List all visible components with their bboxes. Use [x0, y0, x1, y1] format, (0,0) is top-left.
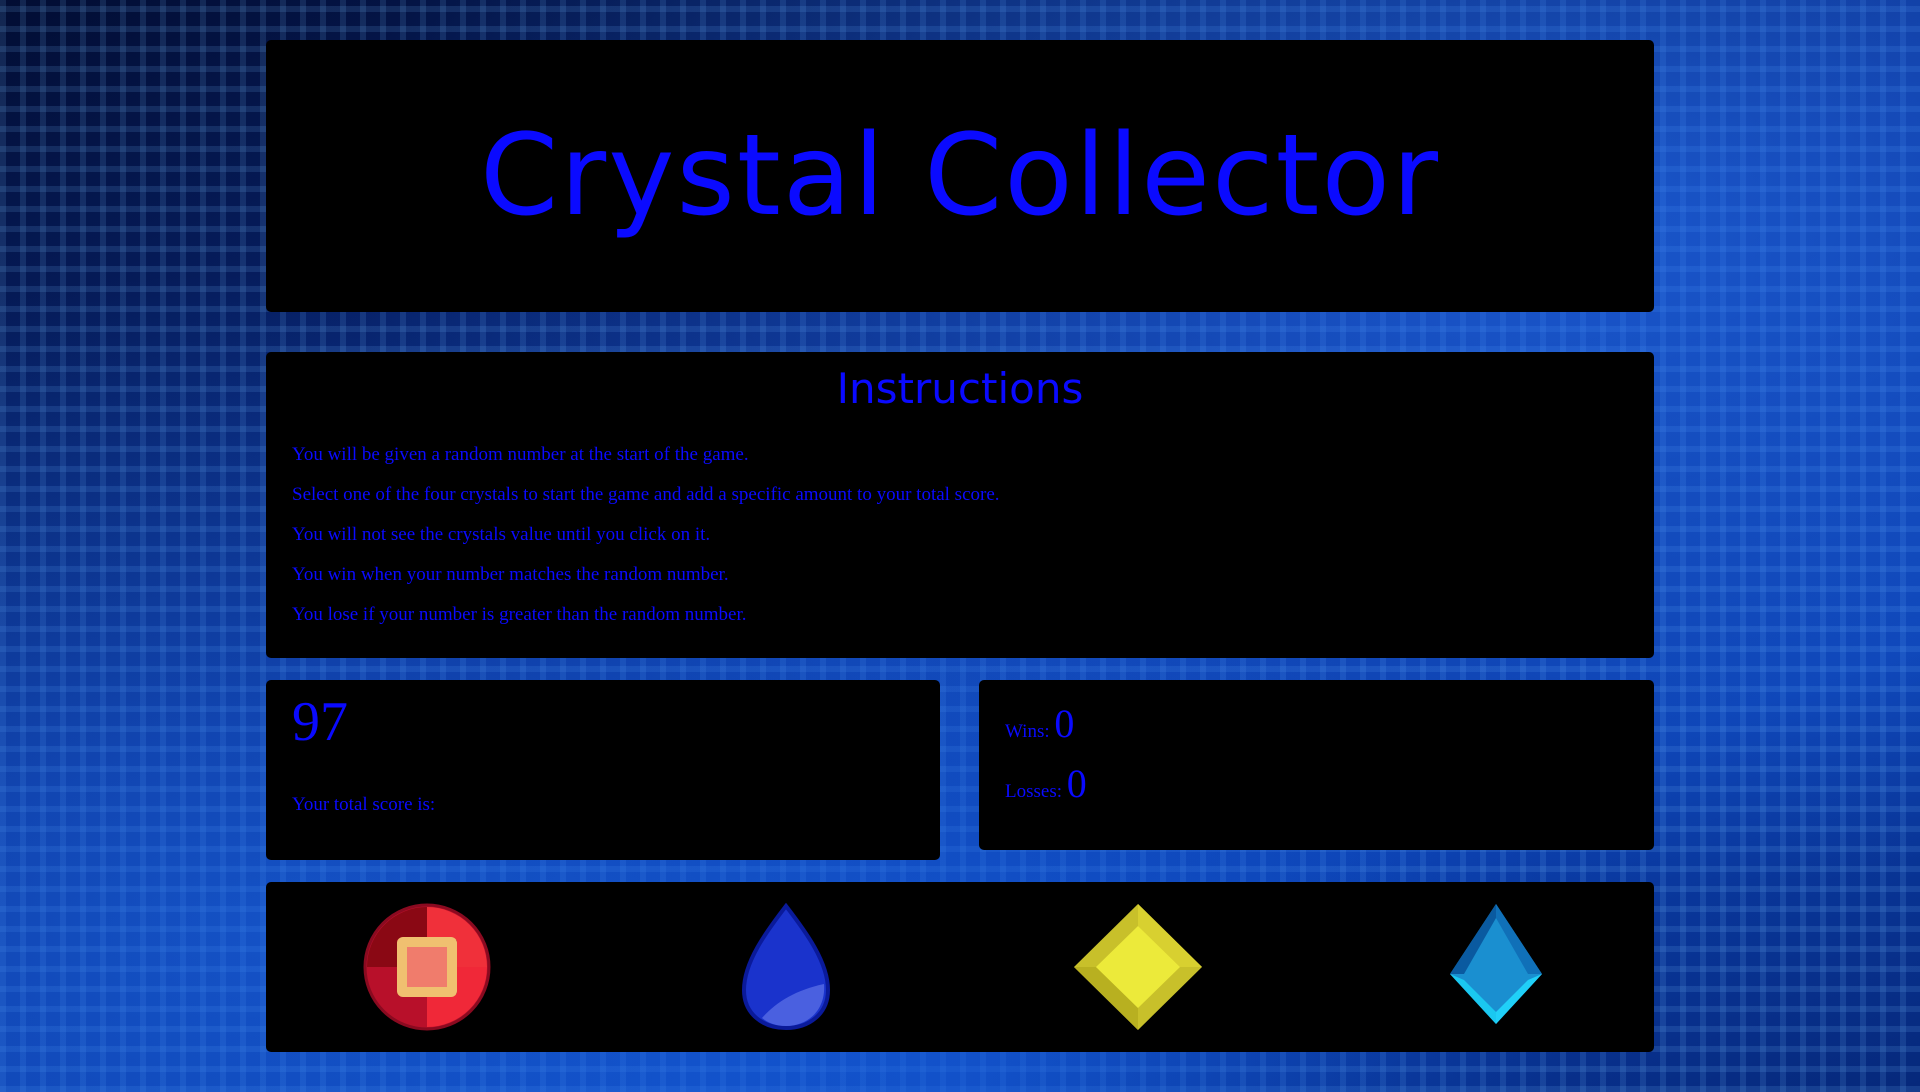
red-gem-icon — [363, 903, 491, 1031]
title-panel: Crystal Collector — [266, 40, 1654, 312]
yellow-diamond-crystal-button[interactable] — [1072, 902, 1204, 1037]
instruction-item: You will not see the crystals value unti… — [292, 524, 711, 545]
yellow-diamond-icon — [1074, 904, 1202, 1030]
cyan-crystal-button[interactable] — [1446, 902, 1546, 1031]
wins-count: 0 — [1054, 701, 1075, 746]
losses-row: Losses: 0 — [1005, 760, 1087, 807]
crystal-panel — [266, 882, 1654, 1052]
red-gem-crystal-button[interactable] — [362, 902, 492, 1037]
losses-label: Losses: — [1005, 781, 1062, 802]
instruction-item: You win when your number matches the ran… — [292, 564, 729, 585]
instructions-panel: Instructions You will be given a random … — [266, 352, 1654, 658]
total-score-label: Your total score is: — [292, 794, 436, 815]
random-number: 97 — [292, 691, 348, 753]
instructions-heading: Instructions — [836, 364, 1084, 413]
cyan-crystal-icon — [1450, 904, 1542, 1024]
page-title: Crystal Collector — [479, 111, 1441, 241]
wins-label: Wins: — [1005, 721, 1050, 742]
score-panel: 97 Your total score is: — [266, 680, 940, 860]
instruction-item: Select one of the four crystals to start… — [292, 484, 1000, 505]
losses-count: 0 — [1066, 761, 1087, 806]
instructions-list: You will be given a random number at the… — [266, 435, 1654, 635]
blue-drop-icon — [741, 902, 831, 1031]
blue-drop-crystal-button[interactable] — [736, 902, 836, 1037]
instruction-item: You will be given a random number at the… — [292, 444, 749, 465]
stats-panel: Wins: 0 Losses: 0 — [979, 680, 1654, 850]
instruction-item: You lose if your number is greater than … — [292, 604, 747, 625]
wins-row: Wins: 0 — [1005, 700, 1074, 747]
